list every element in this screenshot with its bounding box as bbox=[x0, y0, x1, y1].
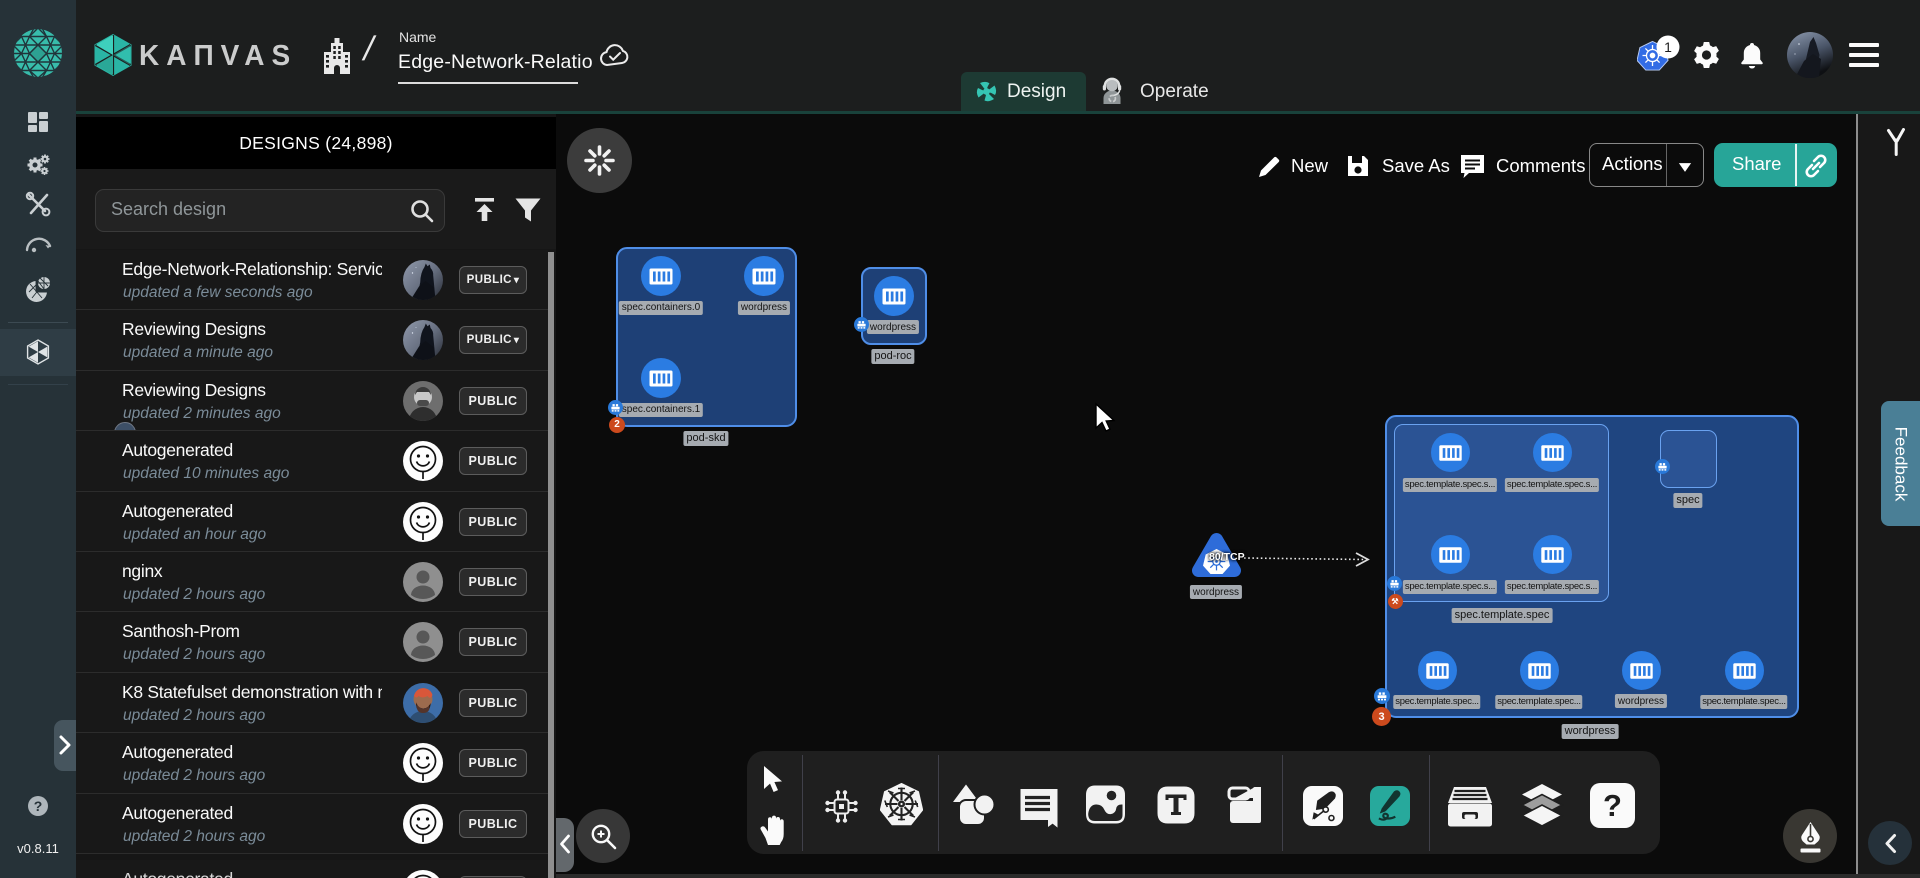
svg-text:1: 1 bbox=[1664, 39, 1672, 55]
svg-text:?: ? bbox=[34, 798, 43, 814]
svg-text:?: ? bbox=[1603, 788, 1622, 823]
